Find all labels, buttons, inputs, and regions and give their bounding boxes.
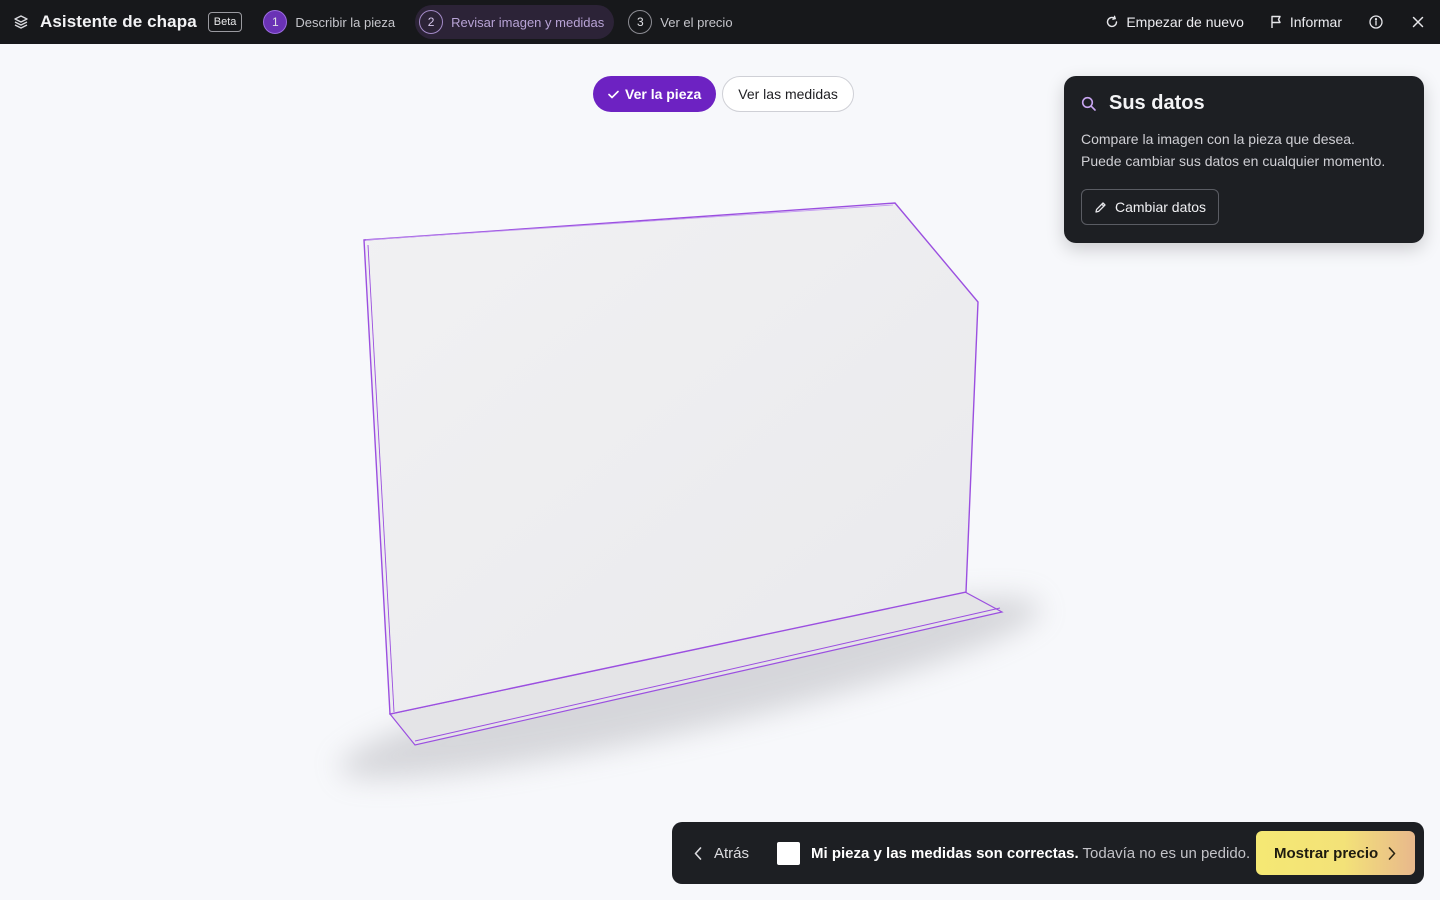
show-price-label: Mostrar precio — [1274, 844, 1379, 862]
report-label: Informar — [1289, 14, 1342, 30]
step-label: Describir la pieza — [295, 14, 396, 30]
info-icon — [1369, 15, 1383, 29]
close-button[interactable] — [1410, 14, 1426, 30]
view-toggle: Ver la pieza Ver las medidas — [593, 76, 860, 112]
restart-button[interactable]: Empezar de nuevo — [1105, 14, 1244, 30]
report-button[interactable]: Informar — [1270, 14, 1342, 30]
confirm-checkbox[interactable] — [777, 841, 801, 865]
view-measures-button[interactable]: Ver las medidas — [722, 76, 854, 112]
info-button[interactable] — [1368, 14, 1384, 30]
beta-badge: Beta — [207, 12, 243, 32]
change-data-button[interactable]: Cambiar datos — [1081, 189, 1220, 225]
back-button[interactable]: Atrás — [694, 845, 749, 862]
top-bar: Asistente de chapa Beta 1 Describir la p… — [0, 0, 1440, 44]
close-icon — [1412, 16, 1424, 28]
chevron-left-icon — [694, 846, 702, 860]
app-title: Asistente de chapa — [40, 12, 197, 31]
confirm-note: Todavía no es un pedido. — [1082, 844, 1251, 862]
action-bar: Atrás Mi pieza y las medidas son correct… — [672, 822, 1424, 884]
search-icon — [1081, 96, 1096, 111]
step-number: 3 — [628, 10, 653, 34]
card-line-1: Compare la imagen con la pieza que desea… — [1081, 131, 1355, 147]
confirm-text: Mi pieza y las medidas son correctas. To… — [811, 845, 1250, 862]
pencil-icon — [1095, 201, 1106, 213]
view-part-label: Ver la pieza — [625, 86, 702, 102]
change-data-label: Cambiar datos — [1115, 199, 1207, 215]
restart-label: Empezar de nuevo — [1126, 14, 1244, 30]
view-measures-label: Ver las medidas — [738, 86, 838, 102]
step-indicator: 1 Describir la pieza 2 Revisar imagen y … — [259, 5, 752, 39]
step-number: 2 — [419, 10, 444, 34]
view-part-button[interactable]: Ver la pieza — [593, 76, 717, 112]
check-icon — [608, 90, 619, 98]
flag-icon — [1271, 15, 1281, 28]
step-label: Ver el precio — [660, 14, 733, 30]
back-label: Atrás — [714, 844, 750, 862]
step-1[interactable]: 1 Describir la pieza — [259, 5, 405, 39]
card-description: Compare la imagen con la pieza que desea… — [1081, 128, 1407, 172]
data-card: Sus datos Compare la imagen con la pieza… — [1064, 76, 1424, 243]
step-number: 1 — [263, 10, 288, 34]
step-3[interactable]: 3 Ver el precio — [624, 5, 742, 39]
card-line-2: Puede cambiar sus datos en cualquier mom… — [1081, 153, 1386, 169]
step-label: Revisar imagen y medidas — [451, 14, 605, 30]
brand: Asistente de chapa Beta — [12, 12, 243, 32]
layers-icon — [12, 13, 30, 31]
refresh-icon — [1107, 15, 1118, 28]
step-2[interactable]: 2 Revisar imagen y medidas — [415, 5, 615, 39]
card-title: Sus datos — [1109, 92, 1205, 114]
show-price-button[interactable]: Mostrar precio — [1256, 831, 1415, 875]
confirm-bold: Mi pieza y las medidas son correctas. — [811, 844, 1079, 862]
chevron-right-icon — [1388, 846, 1396, 860]
